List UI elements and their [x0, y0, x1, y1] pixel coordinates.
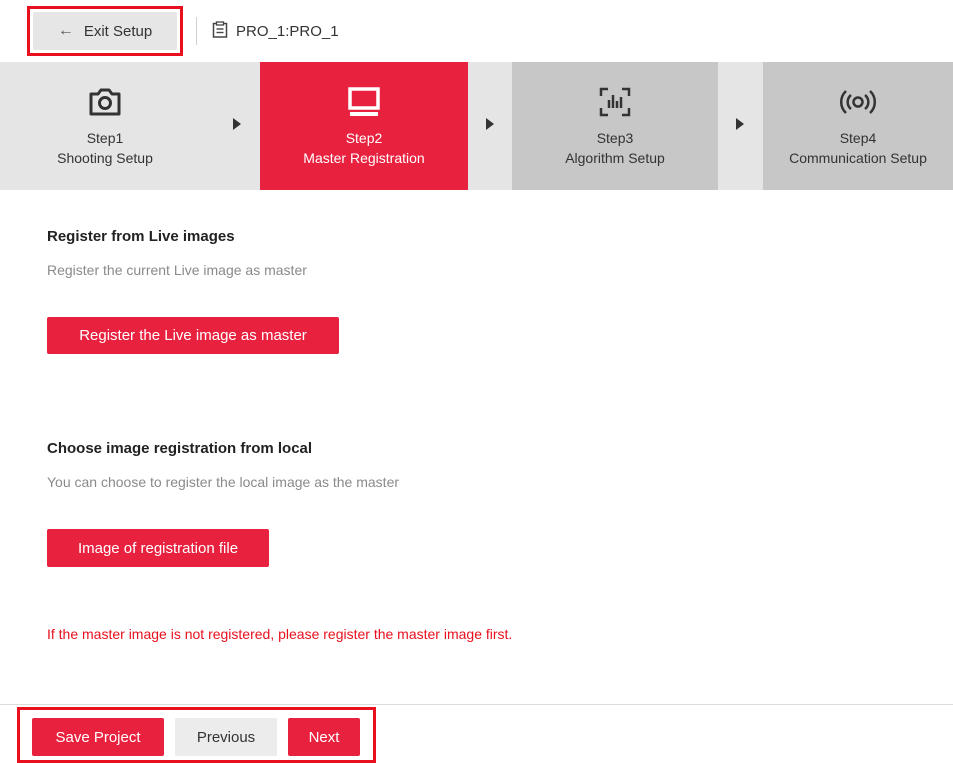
exit-setup-label: Exit Setup — [83, 22, 153, 40]
project-indicator: PRO_1:PRO_1 — [212, 20, 339, 42]
warning-message: If the master image is not registered, p… — [47, 626, 513, 642]
monitor-icon — [347, 82, 381, 122]
steps-bar: Step1 Shooting Setup Step2 Master Regist… — [0, 62, 953, 190]
clipboard-icon — [212, 20, 228, 42]
top-bar: ← Exit Setup PRO_1:PRO_1 — [0, 0, 953, 62]
step-label: Communication Setup — [789, 150, 927, 166]
step-shooting-setup[interactable]: Step1 Shooting Setup — [0, 62, 210, 190]
step-arrow-icon — [486, 118, 494, 130]
previous-button[interactable]: Previous — [175, 718, 277, 756]
live-section-title: Register from Live images — [47, 228, 235, 245]
step-arrow-icon — [736, 118, 744, 130]
divider — [196, 17, 197, 45]
footer-divider — [0, 704, 953, 705]
step-communication-setup[interactable]: Step4 Communication Setup — [763, 62, 953, 190]
broadcast-icon — [839, 82, 877, 122]
chart-icon — [598, 82, 632, 122]
step-arrow-icon — [233, 118, 241, 130]
step-number: Step3 — [596, 130, 634, 146]
step-label: Algorithm Setup — [565, 150, 665, 166]
camera-icon — [88, 82, 122, 122]
step-number: Step4 — [839, 130, 877, 146]
step-label: Master Registration — [303, 150, 425, 166]
register-file-button[interactable]: Image of registration file — [47, 529, 269, 567]
project-name: PRO_1:PRO_1 — [236, 22, 339, 40]
step-number: Step1 — [86, 130, 124, 146]
local-section-desc: You can choose to register the local ima… — [47, 474, 400, 490]
live-section-desc: Register the current Live image as maste… — [47, 262, 307, 278]
save-project-button[interactable]: Save Project — [32, 718, 164, 756]
step-algorithm-setup[interactable]: Step3 Algorithm Setup — [512, 62, 718, 190]
step-master-registration[interactable]: Step2 Master Registration — [260, 62, 468, 190]
register-live-button[interactable]: Register the Live image as master — [47, 317, 339, 354]
exit-setup-button[interactable]: ← Exit Setup — [33, 12, 177, 50]
local-section-title: Choose image registration from local — [47, 440, 313, 457]
next-button[interactable]: Next — [288, 718, 360, 756]
step-label: Shooting Setup — [57, 150, 153, 166]
step-number: Step2 — [345, 130, 383, 146]
arrow-left-icon: ← — [57, 22, 74, 39]
